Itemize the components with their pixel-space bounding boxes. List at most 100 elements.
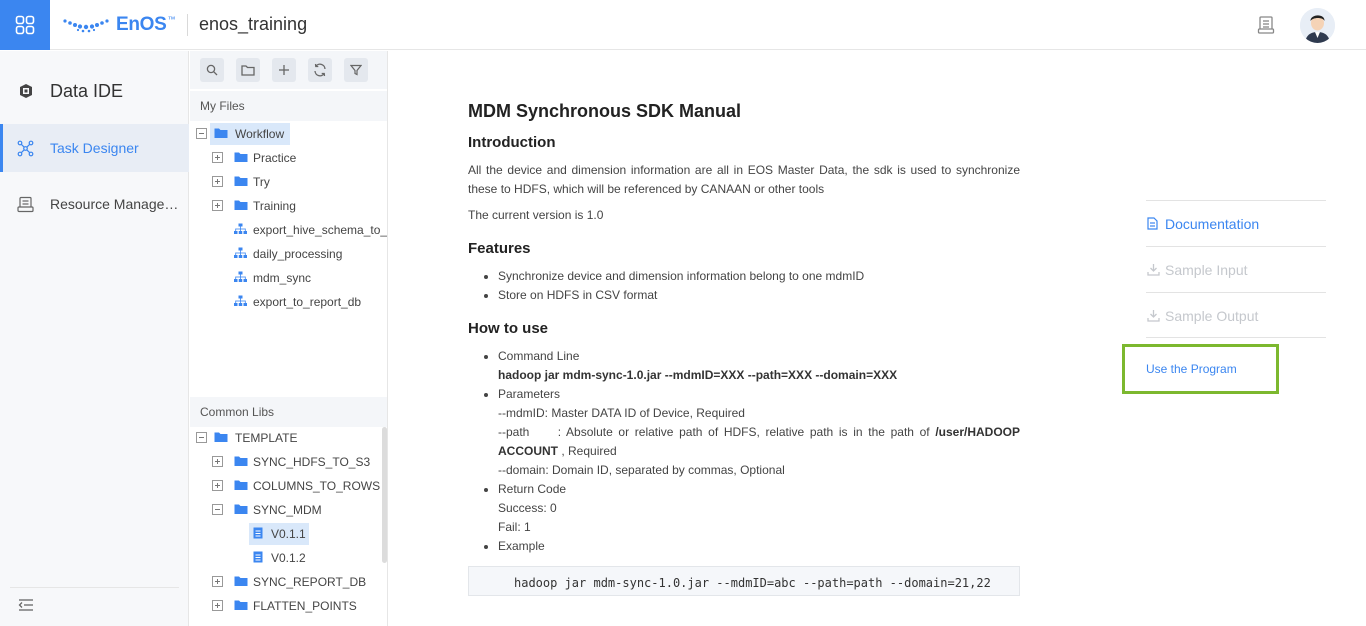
folder-icon [234,175,248,190]
collapse-sidebar-button[interactable] [18,598,34,617]
product-title-text: Data IDE [50,81,124,101]
version-text: The current version is 1.0 [468,208,604,222]
tree-workflow[interactable]: export_to_report_db [190,291,387,313]
tree-item-label: SYNC_MDM [253,503,322,517]
folder-icon [234,599,248,614]
search-button[interactable] [200,58,224,82]
workflow-icon [234,271,247,286]
collapse-icon[interactable] [196,432,207,443]
tree-file[interactable]: V0.1.1 [190,523,387,545]
divider [10,587,179,588]
enos-logo[interactable]: EnOS ™ [62,12,176,38]
intro-heading: Introduction [468,134,556,151]
expand-icon[interactable] [212,576,223,587]
folder-icon [234,503,248,518]
folder-icon [234,199,248,214]
tree-file[interactable]: V0.1.2 [190,547,387,569]
example-label: Example [498,539,545,553]
documentation-link[interactable]: Documentation [1146,200,1326,246]
tree-workflow[interactable]: export_hive_schema_to_report [190,219,387,241]
filter-button[interactable] [344,58,368,82]
param-path-required: , Required [558,444,617,458]
use-the-program-button[interactable]: Use the Program [1122,344,1279,394]
collapse-icon[interactable] [196,128,207,139]
tree-folder[interactable]: TEMPLATE [190,427,387,449]
sample-output-link[interactable]: Sample Output [1146,292,1326,338]
command-text: hadoop jar mdm-sync-1.0.jar --mdmID=XXX … [498,368,898,382]
tree-folder[interactable]: FLATTEN_POINTS [190,595,387,617]
tree-workflow[interactable]: mdm_sync [190,267,387,289]
file-icon [253,551,263,566]
download-icon [1147,309,1160,325]
file-tree-panel: My Files Workflow Practice Try Training expo… [190,51,388,626]
tree-folder[interactable]: COLUMNS_TO_ROWS [190,475,387,497]
howto-list: Command Line hadoop jar mdm-sync-1.0.jar… [498,347,1020,556]
sample-input-label: Sample Input [1165,262,1248,278]
tree-workflow[interactable]: daily_processing [190,243,387,265]
expand-icon[interactable] [212,600,223,611]
expand-icon[interactable] [212,480,223,491]
expand-icon[interactable] [212,152,223,163]
expand-icon[interactable] [212,200,223,211]
tree-item-label: Training [253,199,296,213]
tree-item-label: SYNC_REPORT_DB [253,575,367,589]
tree-folder[interactable]: SYNC_MDM [190,499,387,521]
tree-folder[interactable]: Try [190,171,387,193]
features-list: Synchronize device and dimension informa… [498,267,1020,305]
data-ide-icon [18,83,34,104]
howto-heading: How to use [468,320,549,337]
download-icon [1147,263,1160,279]
workspace-name: enos_training [199,14,308,34]
tree-toolbar [190,51,387,89]
expand-icon[interactable] [212,176,223,187]
return-success: Success: 0 [498,501,557,515]
howto-item: Command Line hadoop jar mdm-sync-1.0.jar… [498,347,1020,385]
return-fail: Fail: 1 [498,520,531,534]
document-icon[interactable] [1257,15,1277,40]
tree-folder[interactable]: Training [190,195,387,217]
expand-icon[interactable] [212,456,223,467]
main-content: MDM Synchronous SDK Manual Introduction … [389,51,1366,626]
search-icon [206,64,218,76]
tree-item-label: COLUMNS_TO_ROWS [253,479,381,493]
tree-item-label: Practice [253,151,297,165]
nav-item-task-designer[interactable]: Task Designer [0,124,189,172]
folder-icon [234,479,248,494]
refresh-button[interactable] [308,58,332,82]
add-button[interactable] [272,58,296,82]
sample-output-label: Sample Output [1165,308,1259,324]
tree-folder[interactable]: SYNC_REPORT_DB [190,571,387,593]
nav-item-resource-management[interactable]: Resource Management [0,180,189,228]
tree-scrollbar[interactable] [382,427,387,563]
howto-item: Example [498,537,1020,556]
collapse-icon[interactable] [212,504,223,515]
tree-item-label: V0.1.1 [271,527,306,541]
resource-icon [17,196,34,218]
logo-trademark: ™ [167,14,176,24]
new-folder-button[interactable] [236,58,260,82]
tree-folder[interactable]: Practice [190,147,387,169]
filter-icon [350,64,362,76]
workflow-icon [234,295,247,310]
tree-folder[interactable]: Workflow [190,123,387,145]
param-domain: --domain: Domain ID, separated by commas… [498,463,785,477]
doc-title: MDM Synchronous SDK Manual [468,101,742,121]
logo-text: EnOS [116,14,167,35]
folder-icon [234,151,248,166]
use-the-program-label: Use the Program [1146,362,1237,376]
envision-logo-icon [63,19,109,33]
network-icon [17,140,34,162]
folder-icon [234,455,248,470]
workflow-icon [234,223,247,238]
tree-folder[interactable]: SYNC_HDFS_TO_S3 [190,451,387,473]
param-path: --path : Absolute or relative path of HD… [498,423,1020,461]
folder-icon [214,127,228,142]
user-avatar[interactable] [1300,8,1335,43]
app-launcher-button[interactable] [0,0,50,50]
top-bar: EnOS ™ enos_training [0,0,1366,50]
howto-item: Return Code Success: 0 Fail: 1 [498,480,1020,537]
command-line-label: Command Line [498,349,580,363]
sample-input-link[interactable]: Sample Input [1146,246,1326,292]
return-code-label: Return Code [498,482,567,496]
folder-icon [214,431,228,446]
